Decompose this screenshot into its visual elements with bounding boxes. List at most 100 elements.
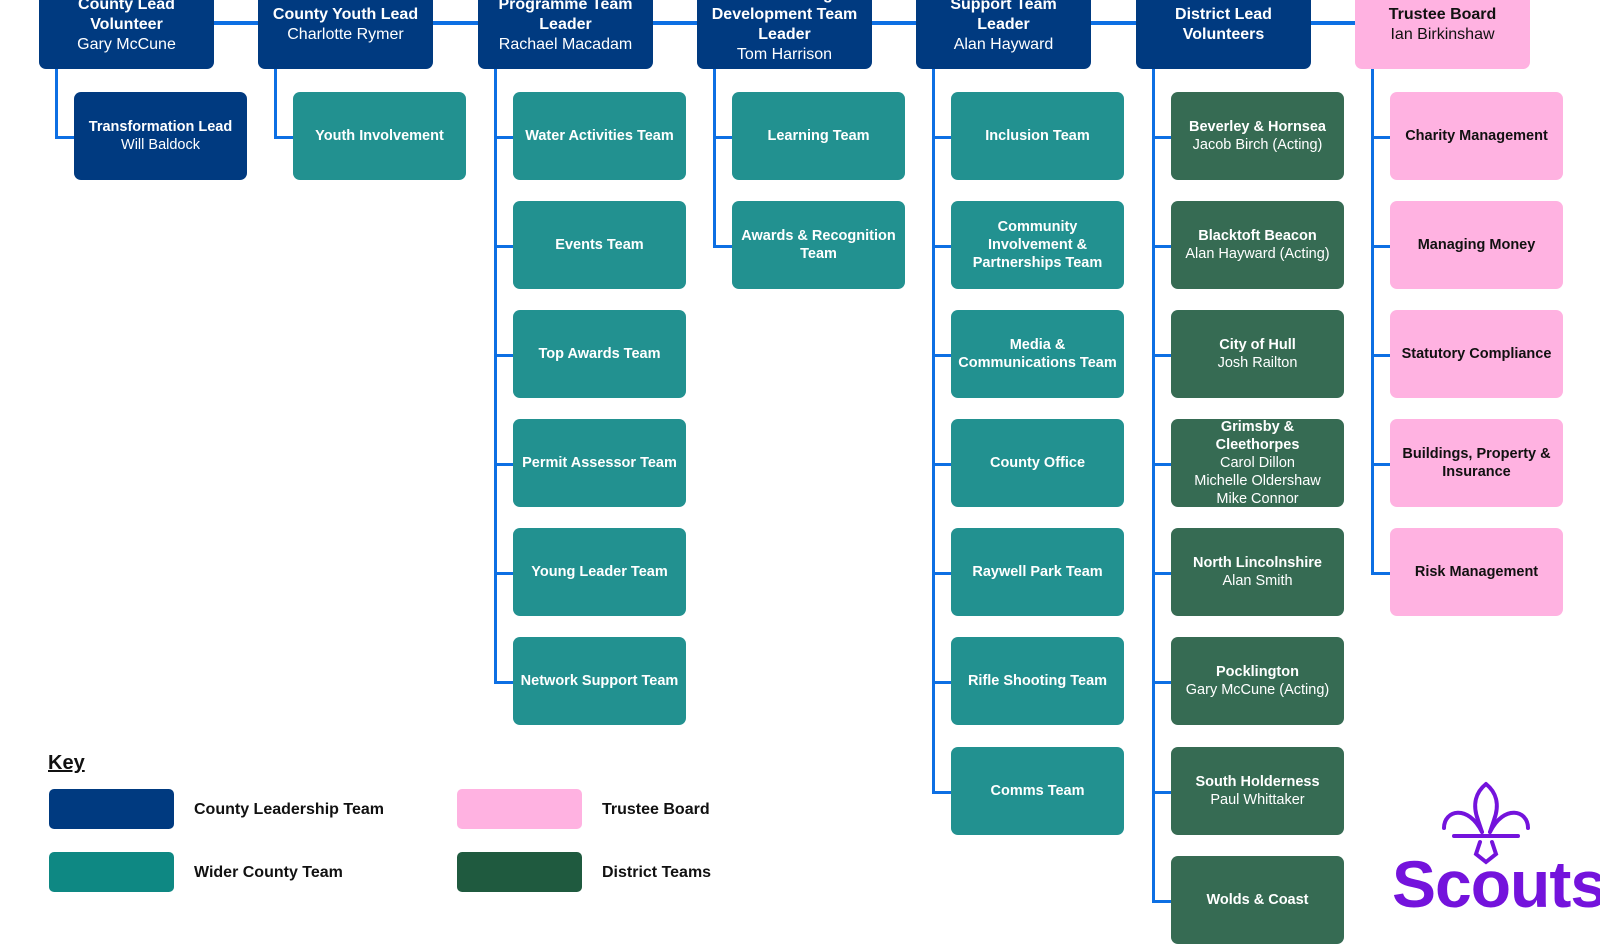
header-title: County Youth Lead (272, 5, 419, 23)
team-box[interactable]: Transformation Lead Will Baldock (74, 92, 247, 180)
key-label: Trustee Board (602, 801, 710, 818)
team-title: North Lincolnshire (1193, 555, 1322, 571)
team-box[interactable]: Managing Money (1390, 201, 1563, 289)
team-title: Events Team (555, 237, 644, 253)
team-box[interactable]: Water Activities Team (513, 92, 686, 180)
team-title: Top Awards Team (538, 346, 661, 362)
header-name: Alan Hayward (953, 35, 1054, 53)
header-box[interactable]: County Youth Lead Charlotte Rymer (258, 0, 433, 69)
team-box[interactable]: North Lincolnshire Alan Smith (1171, 528, 1344, 616)
key-swatch-district (457, 852, 582, 892)
team-title: Inclusion Team (985, 128, 1090, 144)
team-box[interactable]: Grimsby & Cleethorpes Carol Dillon Michell… (1171, 419, 1344, 507)
connector-line (932, 681, 951, 684)
team-title: Managing Money (1417, 237, 1536, 253)
team-box[interactable]: Permit Assessor Team (513, 419, 686, 507)
header-title: Programme Team (498, 0, 633, 13)
team-title: Raywell Park Team (972, 564, 1103, 580)
key-swatch-trustee (457, 789, 582, 829)
connector-line (1371, 136, 1390, 139)
header-title: County Lead (78, 0, 175, 13)
team-box[interactable]: Raywell Park Team (951, 528, 1124, 616)
team-member-name: Gary McCune (Acting) (1185, 682, 1330, 698)
team-box[interactable]: Network Support Team (513, 637, 686, 725)
header-box[interactable]: Programme Team Leader Rachael Macadam (478, 0, 653, 69)
connector-line (1152, 136, 1171, 139)
team-title: Partnerships Team (972, 255, 1103, 271)
connector-line (55, 136, 74, 139)
team-box[interactable]: Statutory Compliance (1390, 310, 1563, 398)
scouts-logo-text: Scouts (1392, 847, 1600, 921)
team-title: Team (800, 246, 837, 262)
team-member-name: Alan Smith (1222, 573, 1293, 589)
team-title: Rifle Shooting Team (967, 673, 1108, 689)
team-title: Youth Involvement (315, 128, 444, 144)
team-box[interactable]: Blacktoft Beacon Alan Hayward (Acting) (1171, 201, 1344, 289)
team-member-name: Will Baldock (121, 137, 200, 153)
team-title: Beverley & Hornsea (1188, 119, 1326, 135)
team-title: Network Support Team (520, 673, 679, 689)
connector-line (1152, 681, 1171, 684)
connector-line (494, 136, 513, 139)
header-box[interactable]: VolunteeringDevelopment TeamLeaderTom Ha… (697, 0, 872, 69)
connector-line (494, 572, 513, 575)
header-box[interactable]: District Lead Volunteers (1136, 0, 1311, 69)
header-title: Leader (539, 15, 592, 33)
team-box[interactable]: Events Team (513, 201, 686, 289)
team-title: Buildings, Property & (1402, 446, 1551, 462)
key-title: Key (48, 752, 85, 774)
team-box[interactable]: Comms Team (951, 747, 1124, 835)
team-box[interactable]: Beverley & Hornsea Jacob Birch (Acting) (1171, 92, 1344, 180)
connector-line (932, 572, 951, 575)
team-box[interactable]: Risk Management (1390, 528, 1563, 616)
team-box[interactable]: South Holderness Paul Whittaker (1171, 747, 1344, 835)
team-box[interactable]: Inclusion Team (951, 92, 1124, 180)
connector-line (932, 354, 951, 357)
key-swatch-county-leadership (49, 789, 174, 829)
team-box[interactable]: Rifle Shooting Team (951, 637, 1124, 725)
team-box[interactable]: County Office (951, 419, 1124, 507)
header-title: Volunteers (1182, 25, 1265, 43)
team-box[interactable]: City of Hull Josh Railton (1171, 310, 1344, 398)
connector-line (932, 136, 951, 139)
team-title: Blacktoft Beacon (1198, 228, 1317, 244)
connector-line (494, 69, 497, 683)
team-box[interactable]: Media & Communications Team (951, 310, 1124, 398)
header-name: Gary McCune (77, 35, 176, 53)
header-title: Trustee Board (1388, 5, 1497, 23)
team-box[interactable]: Awards & Recognition Team (732, 201, 905, 289)
team-box[interactable]: Learning Team (732, 92, 905, 180)
header-title: Volunteer (90, 15, 163, 33)
connector-line (274, 136, 293, 139)
team-box[interactable]: Pocklington Gary McCune (Acting) (1171, 637, 1344, 725)
team-title: Transformation Lead (88, 119, 233, 135)
connector-line (932, 69, 935, 793)
connector-line (932, 463, 951, 466)
connector-line (1371, 572, 1390, 575)
team-title: Pocklington (1216, 664, 1299, 680)
team-box[interactable]: Top Awards Team (513, 310, 686, 398)
connector-line (1371, 245, 1390, 248)
connector-line (1371, 463, 1390, 466)
connector-line (1371, 354, 1390, 357)
team-title: Grimsby & Cleethorpes (1215, 419, 1300, 453)
team-box[interactable]: Community Involvement & Partnerships Team (951, 201, 1124, 289)
team-box[interactable]: Buildings, Property & Insurance (1390, 419, 1563, 507)
connector-line (1371, 69, 1374, 574)
team-title: Statutory Compliance (1401, 346, 1552, 362)
team-member-name: Josh Railton (1217, 355, 1298, 371)
team-title: Involvement & (987, 237, 1088, 253)
connector-line (494, 681, 513, 684)
team-title: Awards & Recognition (741, 228, 896, 244)
header-box[interactable]: Support Team Leader Alan Hayward (916, 0, 1091, 69)
team-box[interactable]: Youth Involvement (293, 92, 466, 180)
connector-line (274, 69, 277, 138)
team-box[interactable]: Charity Management (1390, 92, 1563, 180)
team-box[interactable]: Young Leader Team (513, 528, 686, 616)
team-title: Young Leader Team (531, 564, 668, 580)
team-member-name: Mike Connor (1216, 491, 1299, 507)
header-box[interactable]: Trustee Board Ian Birkinshaw (1355, 0, 1530, 69)
team-box[interactable]: Wolds & Coast (1171, 856, 1344, 944)
connector-line (713, 245, 732, 248)
header-box[interactable]: County Lead Volunteer Gary McCune (39, 0, 214, 69)
